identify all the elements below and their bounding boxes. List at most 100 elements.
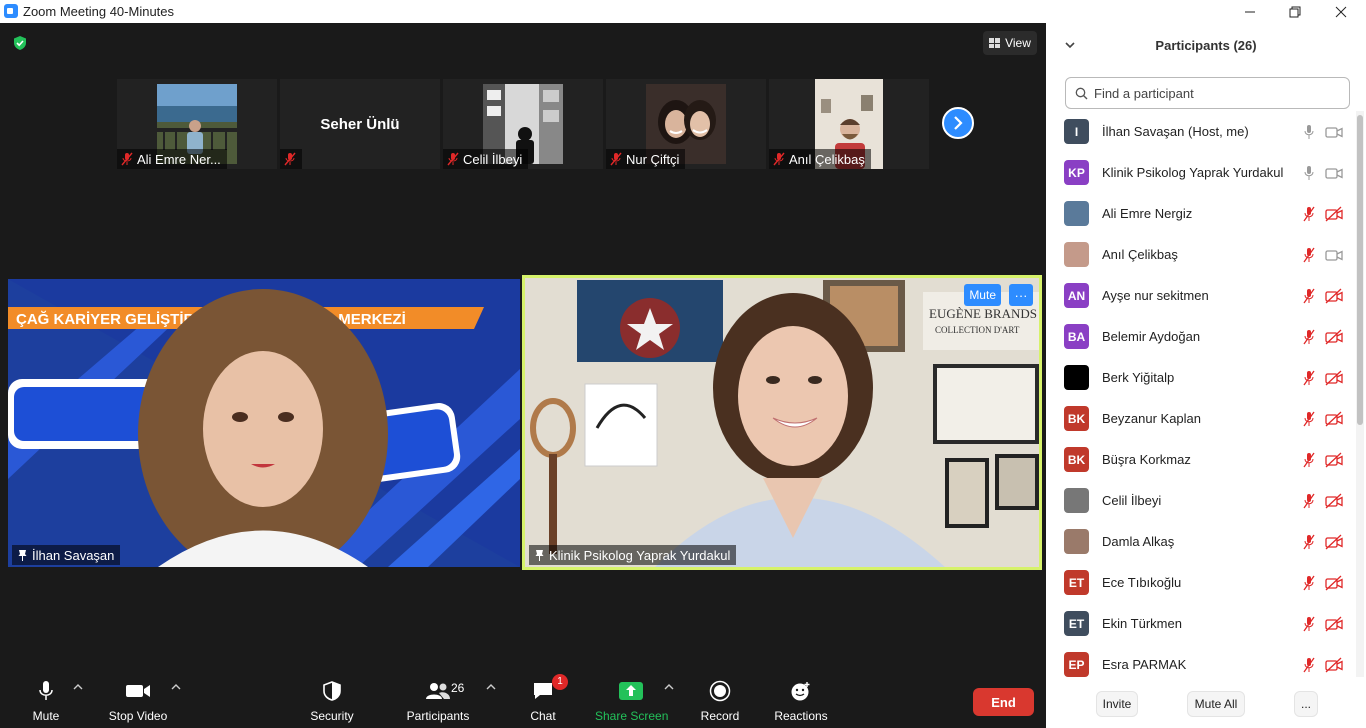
avatar: ET — [1064, 611, 1089, 636]
mute-label: Mute — [32, 709, 60, 723]
participants-button[interactable]: 26 Participants — [403, 679, 473, 723]
participant-search[interactable] — [1065, 77, 1350, 109]
video-off-icon[interactable] — [1325, 329, 1343, 345]
chat-icon — [534, 683, 552, 699]
participant-name: Celil İlbeyi — [463, 151, 523, 167]
video-camera-icon[interactable] — [1325, 124, 1343, 140]
participant-row[interactable]: EP Esra PARMAK — [1046, 644, 1356, 677]
next-page-button[interactable] — [942, 107, 974, 139]
strip-name-label: Anıl Çelikbaş — [769, 149, 871, 169]
participant-row[interactable]: Damla Alkaş — [1046, 521, 1356, 562]
video-off-icon[interactable] — [1325, 534, 1343, 550]
mute-button[interactable]: Mute — [26, 679, 66, 723]
participant-row[interactable]: BA Belemir Aydoğan — [1046, 316, 1356, 357]
participant-row[interactable]: Anıl Çelikbaş — [1046, 234, 1356, 275]
participant-more-button[interactable]: ··· — [1009, 284, 1033, 306]
participant-row[interactable]: BK Beyzanur Kaplan — [1046, 398, 1356, 439]
view-button[interactable]: View — [983, 31, 1037, 55]
avatar: ET — [1064, 570, 1089, 595]
chevron-up-icon[interactable] — [486, 683, 496, 691]
stop-video-button[interactable]: Stop Video — [106, 679, 170, 723]
participant-row[interactable]: AN Ayşe nur sekitmen — [1046, 275, 1356, 316]
video-off-icon[interactable] — [1325, 206, 1343, 222]
reactions-button[interactable]: Reactions — [773, 679, 829, 723]
participant-row[interactable]: BK Büşra Korkmaz — [1046, 439, 1356, 480]
avatar — [1064, 488, 1089, 513]
chat-label: Chat — [530, 709, 556, 723]
participant-mute-button[interactable]: Mute — [964, 284, 1001, 306]
video-off-icon[interactable] — [1325, 616, 1343, 632]
video-camera-icon[interactable] — [1325, 247, 1343, 263]
minimize-icon — [1245, 11, 1255, 12]
reactions-label: Reactions — [774, 709, 828, 723]
strip-tile[interactable]: Seher Ünlü — [280, 79, 440, 169]
close-window-button[interactable] — [1318, 0, 1364, 23]
end-meeting-button[interactable]: End — [973, 688, 1034, 716]
muted-mic-icon[interactable] — [1302, 329, 1316, 345]
participant-row[interactable]: Ali Emre Nergiz — [1046, 193, 1356, 234]
tile-name-label: Klinik Psikolog Yaprak Yurdakul — [529, 545, 737, 565]
participant-row[interactable]: Berk Yiğitalp — [1046, 357, 1356, 398]
participant-row[interactable]: ET Ekin Türkmen — [1046, 603, 1356, 644]
video-tile-speaker[interactable]: EUGÈNE BRANDS COLLECTION D'ART Mute ··· … — [522, 275, 1042, 570]
chevron-up-icon[interactable] — [73, 683, 83, 691]
chevron-up-icon[interactable] — [171, 683, 181, 691]
chevron-up-icon[interactable] — [664, 683, 674, 691]
muted-mic-icon[interactable] — [1302, 616, 1316, 632]
video-off-icon[interactable] — [1325, 288, 1343, 304]
video-off-icon[interactable] — [1325, 411, 1343, 427]
participant-list-scrollbar[interactable] — [1356, 111, 1364, 677]
participant-row[interactable]: I İlhan Savaşan (Host, me) — [1046, 111, 1356, 152]
security-button[interactable]: Security — [306, 679, 358, 723]
avatar: EP — [1064, 652, 1089, 677]
microphone-icon — [39, 681, 53, 700]
video-tile-host[interactable]: ÇAĞ KARİYER GELİŞTİRME VE ARAŞTIRMA MERK… — [8, 279, 520, 567]
title-bar: Zoom Meeting 40-Minutes — [0, 0, 1366, 23]
video-camera-icon[interactable] — [1325, 165, 1343, 181]
strip-tile[interactable]: Nur Çiftçi — [606, 79, 766, 169]
muted-mic-icon[interactable] — [1302, 411, 1316, 427]
muted-mic-icon[interactable] — [1302, 657, 1316, 673]
muted-mic-icon[interactable] — [1302, 247, 1316, 263]
strip-tile[interactable]: Celil İlbeyi — [443, 79, 603, 169]
art-sign-subtitle: COLLECTION D'ART — [935, 325, 1020, 335]
muted-mic-icon[interactable] — [1302, 452, 1316, 468]
chat-badge: 1 — [552, 674, 568, 690]
reactions-icon — [791, 682, 810, 701]
video-off-icon[interactable] — [1325, 575, 1343, 591]
chat-button[interactable]: 1 Chat — [526, 674, 568, 723]
participant-row[interactable]: ET Ece Tıbıkoğlu — [1046, 562, 1356, 603]
search-input[interactable] — [1094, 85, 1334, 101]
share-screen-button[interactable]: Share Screen — [595, 679, 668, 723]
meeting-toolbar: Mute Stop Video Security 26 Participants… — [0, 671, 1046, 728]
participant-name: İlhan Savaşan (Host, me) — [1102, 124, 1249, 139]
muted-mic-icon[interactable] — [1302, 575, 1316, 591]
video-off-icon[interactable] — [1325, 657, 1343, 673]
gallery-strip: Ali Emre Ner... Seher Ünlü Celil İlbeyi … — [117, 79, 937, 169]
encryption-shield-icon[interactable] — [12, 35, 28, 51]
participant-row[interactable]: Celil İlbeyi — [1046, 480, 1356, 521]
video-off-icon[interactable] — [1325, 493, 1343, 509]
invite-button[interactable]: Invite — [1096, 691, 1138, 717]
participant-row[interactable]: KP Klinik Psikolog Yaprak Yurdakul — [1046, 152, 1356, 193]
video-off-icon[interactable] — [1325, 370, 1343, 386]
muted-mic-icon[interactable] — [1302, 493, 1316, 509]
record-button[interactable]: Record — [699, 679, 741, 723]
security-label: Security — [310, 709, 354, 723]
strip-tile[interactable]: Ali Emre Ner... — [117, 79, 277, 169]
strip-name-label: Celil İlbeyi — [443, 149, 529, 169]
mute-all-button[interactable]: Mute All — [1187, 691, 1245, 717]
video-off-icon[interactable] — [1325, 452, 1343, 468]
muted-mic-icon[interactable] — [1302, 370, 1316, 386]
participant-name: Anıl Çelikbaş — [789, 151, 865, 167]
panel-more-button[interactable]: ... — [1294, 691, 1318, 717]
microphone-icon[interactable] — [1302, 165, 1316, 181]
restore-button[interactable] — [1272, 0, 1318, 23]
strip-tile[interactable]: Anıl Çelikbaş — [769, 79, 929, 169]
muted-mic-icon[interactable] — [1302, 534, 1316, 550]
muted-mic-icon[interactable] — [1302, 206, 1316, 222]
muted-mic-icon[interactable] — [1302, 288, 1316, 304]
minimize-button[interactable] — [1227, 0, 1273, 23]
participant-name: İlhan Savaşan — [32, 547, 115, 563]
microphone-icon[interactable] — [1302, 124, 1316, 140]
